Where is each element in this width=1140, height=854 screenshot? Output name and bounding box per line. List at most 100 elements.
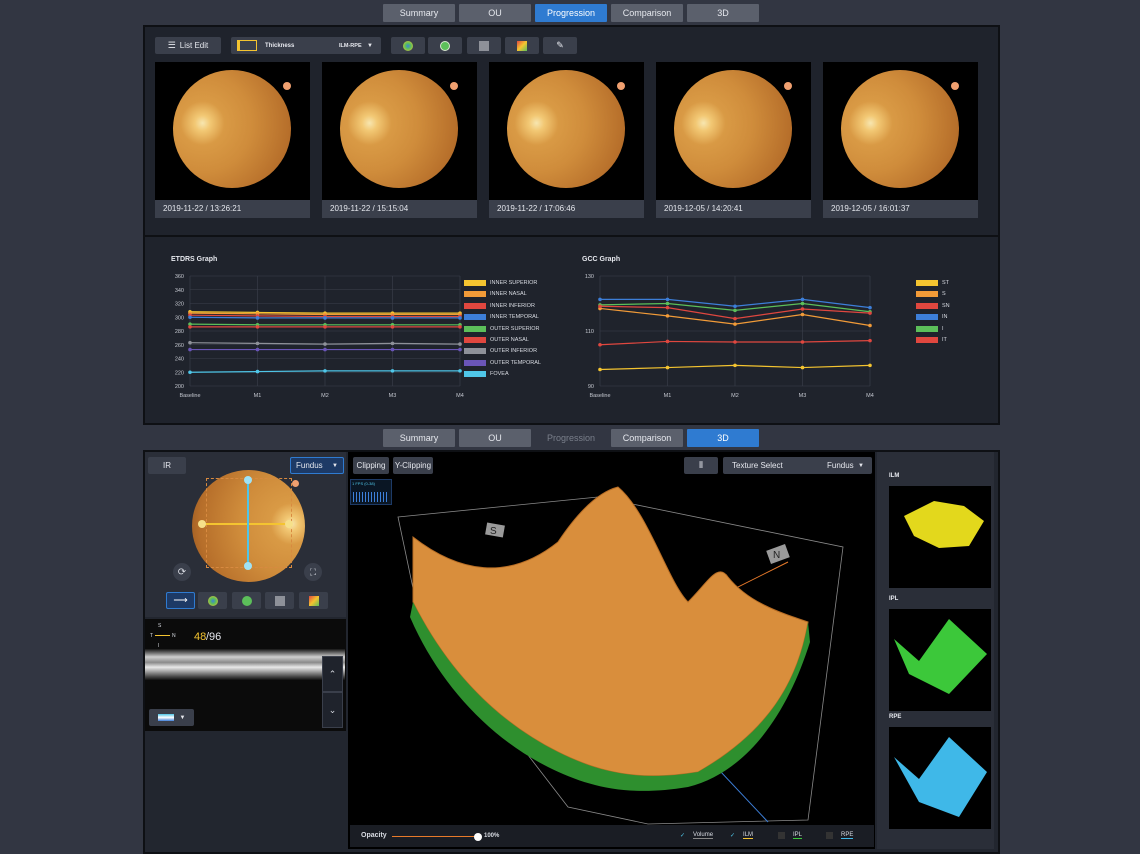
legend-label: OUTER NASAL: [490, 337, 529, 343]
deviation-map-button[interactable]: [505, 37, 539, 54]
fundus-thumbnail[interactable]: 2019-11-22 / 13:26:21: [155, 62, 310, 218]
layer-thumbnail-ipl[interactable]: [889, 609, 991, 711]
opacity-label: Opacity: [361, 832, 387, 839]
list-edit-button[interactable]: ☰ List Edit: [155, 37, 221, 54]
scan-handle[interactable]: [244, 476, 252, 484]
data-point: [665, 339, 670, 344]
etdrs-grid-button[interactable]: [428, 37, 462, 54]
thickness-map-view-button[interactable]: [198, 592, 227, 609]
fundus-thumbnail[interactable]: 2019-11-22 / 17:06:46: [489, 62, 644, 218]
tab-summary[interactable]: Summary: [383, 4, 455, 22]
scan-handle[interactable]: [244, 562, 252, 570]
legend-label: SN: [942, 302, 950, 309]
data-point: [598, 367, 602, 372]
chevron-down-icon: ▼: [179, 714, 186, 721]
deviation-map-button[interactable]: [299, 592, 328, 609]
scan-handle[interactable]: [198, 520, 206, 528]
bscan-up-button[interactable]: ⌃: [322, 656, 343, 692]
fundus-image: [507, 70, 625, 188]
data-point: [800, 307, 805, 311]
legend-item: IN: [916, 314, 948, 321]
rpe-checkbox[interactable]: RPE: [826, 832, 854, 839]
tab-ou[interactable]: OU: [459, 4, 531, 22]
layer-label-ilm: ILM: [889, 473, 900, 479]
orient-i-label: I: [158, 643, 160, 649]
ipl-checkbox[interactable]: IPL: [778, 832, 803, 839]
ilm-checkbox[interactable]: ✓ ILM: [730, 832, 754, 839]
legend-swatch: [916, 314, 938, 321]
tab-progression[interactable]: Progression: [535, 4, 607, 22]
thickness-map-icon: [403, 40, 413, 51]
etdrs-grid-icon: [241, 595, 252, 606]
layer-thumbnail-ilm[interactable]: [889, 486, 991, 588]
data-point: [665, 297, 670, 302]
ir-button[interactable]: IR: [148, 457, 186, 474]
etdrs-grid-icon: [440, 40, 450, 51]
chevron-up-icon: ⌃: [328, 668, 337, 679]
fundus-select[interactable]: Fundus ▼: [290, 457, 344, 474]
fundus-surface: [412, 486, 809, 777]
legend-swatch: [464, 337, 486, 343]
opacity-slider-track[interactable]: [392, 836, 480, 837]
x-tick-label: Baseline: [179, 393, 200, 399]
bscan-down-button[interactable]: ⌄: [322, 692, 343, 728]
gcc-graph: 90 110 130 Baseline M1 M2 M3 M4: [585, 274, 874, 399]
rpe-check-label: RPE: [841, 832, 854, 839]
legend-label: IT: [942, 337, 947, 343]
tab-progression: Progression: [546, 433, 596, 443]
horizontal-scan-line[interactable]: [201, 523, 289, 525]
axis-n-label: N: [773, 550, 780, 561]
grayscale-map-button[interactable]: [467, 37, 501, 54]
legend-label: INNER INFERIOR: [490, 302, 535, 309]
chevron-down-icon: ⌄: [328, 704, 337, 715]
orient-n-label: N: [172, 633, 176, 639]
checkmark-icon: ✓: [730, 833, 736, 839]
data-point: [458, 347, 462, 352]
data-point: [733, 316, 737, 321]
volume-checkbox[interactable]: ✓ Volume: [680, 832, 714, 839]
layer-label-ipl: IPL: [889, 596, 899, 602]
probe-tool-button[interactable]: ✎: [543, 37, 577, 54]
thickness-select[interactable]: Thickness ILM-RPE ▼: [231, 37, 381, 54]
layer-thumbnail-rpe[interactable]: [889, 727, 991, 829]
legend-item: INNER NASAL: [464, 291, 527, 298]
bottom-tab-bar: Summary OU Progression Comparison 3D: [0, 429, 1140, 447]
y-tick-label: 360: [175, 274, 184, 280]
data-point: [733, 322, 737, 326]
fundus-thumbnail[interactable]: 2019-11-22 / 15:15:04: [322, 62, 477, 218]
thickness-map-view-button[interactable]: [391, 37, 425, 54]
tab-3d[interactable]: 3D: [687, 4, 759, 22]
tab-ou[interactable]: OU: [459, 429, 531, 447]
eye-marker: [784, 82, 792, 90]
data-point: [390, 316, 395, 320]
vertical-scan-line[interactable]: [247, 479, 249, 566]
gcc-graph-title: GCC Graph: [582, 256, 621, 263]
legend-item: OUTER SUPERIOR: [464, 325, 540, 332]
data-point: [733, 308, 737, 313]
tab-comparison[interactable]: Comparison: [611, 429, 683, 447]
fit-screen-icon[interactable]: ⛶: [304, 563, 322, 581]
data-point: [255, 316, 260, 320]
etdrs-grid-button[interactable]: [232, 592, 261, 609]
legend-item: OUTER NASAL: [464, 337, 529, 343]
scan-handle[interactable]: [285, 520, 293, 528]
tab-3d[interactable]: 3D: [687, 429, 759, 447]
data-point: [323, 316, 327, 320]
opacity-slider-thumb[interactable]: [474, 833, 482, 841]
data-point: [868, 323, 872, 328]
data-point: [800, 365, 805, 370]
y-tick-label: 220: [175, 370, 184, 376]
data-point: [390, 325, 395, 329]
rotate-icon[interactable]: ⟳: [173, 563, 191, 581]
data-point: [800, 301, 805, 306]
tab-summary[interactable]: Summary: [383, 429, 455, 447]
fundus-thumbnail[interactable]: 2019-12-05 / 16:01:37: [823, 62, 978, 218]
tab-comparison[interactable]: Comparison: [611, 4, 683, 22]
data-point: [390, 341, 395, 346]
fundus-thumbnail[interactable]: 2019-12-05 / 14:20:41: [656, 62, 811, 218]
grayscale-map-button[interactable]: [265, 592, 294, 609]
bscan-view-select[interactable]: ▼: [149, 709, 194, 726]
y-tick-label: 280: [175, 329, 184, 335]
y-tick-label: 240: [175, 357, 184, 363]
scan-line-view-button[interactable]: ⟶: [166, 592, 195, 609]
